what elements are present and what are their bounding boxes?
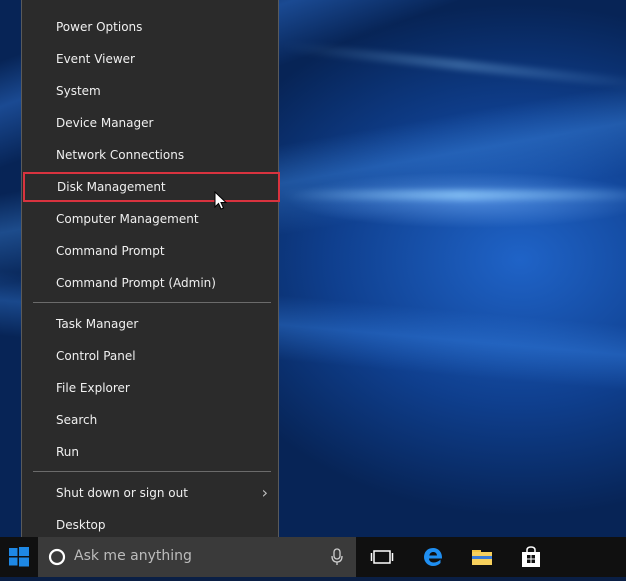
cortana-search-box[interactable]: Ask me anything	[38, 537, 356, 577]
menu-item-network-connections[interactable]: Network Connections	[22, 140, 278, 170]
start-button[interactable]	[0, 537, 38, 577]
search-placeholder: Ask me anything	[74, 548, 192, 564]
cortana-circle-icon	[48, 548, 66, 566]
menu-item-search[interactable]: Search	[22, 405, 278, 435]
file-explorer-icon[interactable]	[470, 545, 494, 569]
mouse-pointer-icon	[214, 191, 228, 210]
menu-item-command-prompt-admin[interactable]: Command Prompt (Admin)	[22, 268, 278, 298]
task-view-icon[interactable]	[370, 545, 394, 569]
menu-item-run[interactable]: Run	[22, 437, 278, 467]
menu-item-power-options[interactable]: Power Options	[22, 12, 278, 42]
wallpaper-light-beam	[280, 190, 626, 200]
menu-item-device-manager[interactable]: Device Manager	[22, 108, 278, 138]
store-icon[interactable]	[519, 545, 543, 569]
menu-item-computer-management[interactable]: Computer Management	[22, 204, 278, 234]
menu-item-disk-management[interactable]: Disk Management	[23, 172, 280, 202]
menu-item-shut-down-label: Shut down or sign out	[56, 486, 188, 500]
menu-item-desktop[interactable]: Desktop	[22, 510, 278, 540]
menu-item-shut-down[interactable]: Shut down or sign out ›	[22, 478, 278, 508]
menu-item-file-explorer[interactable]: File Explorer	[22, 373, 278, 403]
menu-separator	[33, 471, 271, 472]
menu-separator	[33, 302, 271, 303]
windows-logo-icon	[9, 547, 29, 567]
quick-link-menu: Power Options Event Viewer System Device…	[21, 0, 280, 548]
microphone-icon[interactable]	[330, 548, 344, 566]
wallpaper-light-beam	[280, 41, 626, 89]
taskbar: Ask me anything	[0, 537, 626, 577]
edge-icon[interactable]	[421, 545, 445, 569]
menu-item-task-manager[interactable]: Task Manager	[22, 309, 278, 339]
menu-item-system[interactable]: System	[22, 76, 278, 106]
menu-item-event-viewer[interactable]: Event Viewer	[22, 44, 278, 74]
chevron-right-icon: ›	[261, 483, 268, 502]
menu-item-command-prompt[interactable]: Command Prompt	[22, 236, 278, 266]
menu-item-control-panel[interactable]: Control Panel	[22, 341, 278, 371]
